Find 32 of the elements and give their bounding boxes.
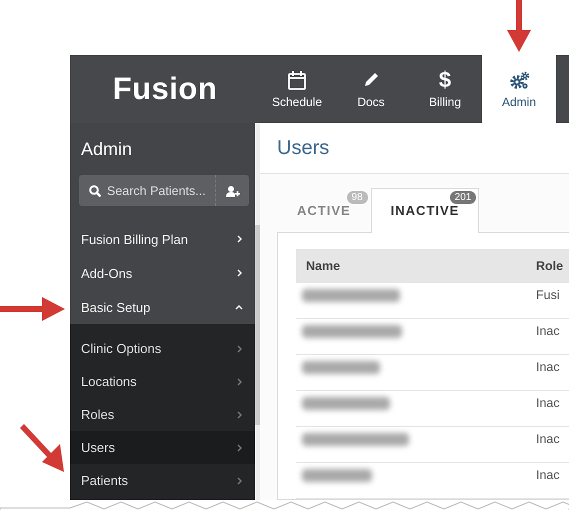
table-cell-text: Inac xyxy=(536,323,560,340)
calendar-icon xyxy=(287,70,307,90)
column-header: Role xyxy=(536,259,564,273)
table-cell-text: Fusi xyxy=(536,287,560,304)
app-logo: Fusion xyxy=(112,71,218,107)
chevron-right-icon xyxy=(235,344,243,352)
nav-tab[interactable]: Admin xyxy=(482,55,556,123)
count-badge: 98 xyxy=(346,191,368,204)
annotation-arrow xyxy=(0,297,65,321)
search-input[interactable]: Search Patients... xyxy=(107,184,215,198)
count-badge: 201 xyxy=(450,191,476,204)
search-icon xyxy=(89,184,101,196)
user-plus-icon xyxy=(225,184,240,196)
table-cell-text: Inac xyxy=(536,467,560,484)
search-field[interactable]: Search Patients... xyxy=(79,175,249,206)
chevron-right-icon xyxy=(235,444,243,452)
status-tab[interactable]: INACTIVE 201 xyxy=(370,188,480,233)
annotation-arrow xyxy=(18,422,66,474)
submenu-item[interactable]: Users xyxy=(70,431,255,464)
dollar-icon: $ xyxy=(438,69,452,91)
page-title: Users xyxy=(277,136,330,160)
chevron-right-icon xyxy=(235,410,243,418)
chevron-right-icon xyxy=(235,378,243,386)
gears-icon xyxy=(508,70,530,90)
chevron-right-icon xyxy=(235,476,243,484)
annotation-arrow xyxy=(507,0,531,52)
table-cell-text: Inac xyxy=(536,431,560,448)
table-cell-text: Inac xyxy=(536,359,560,376)
column-header: Name xyxy=(305,259,342,273)
scrollbar-thumb[interactable] xyxy=(255,225,260,425)
sidebar-title: Admin xyxy=(80,138,134,161)
table-cell-text: Inac xyxy=(536,395,560,412)
